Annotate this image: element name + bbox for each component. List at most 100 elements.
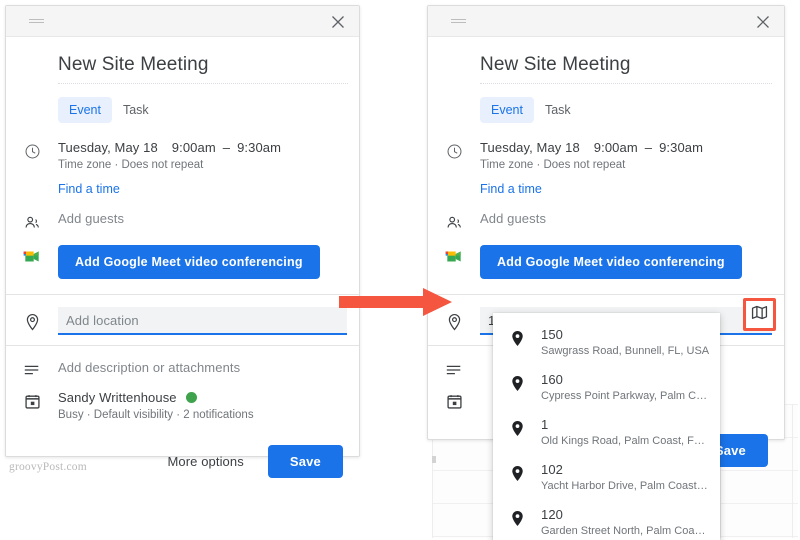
location-pin-icon — [511, 372, 541, 392]
location-input[interactable]: Add location — [58, 307, 347, 335]
screenshot-stage: New Site Meeting Event Task Tuesday, May… — [0, 0, 800, 540]
list-item[interactable]: 1 Old Kings Road, Palm Coast, FL, USA — [493, 409, 720, 454]
add-guests-input[interactable]: Add guests — [58, 211, 124, 226]
dialog-footer: More options Save — [6, 421, 359, 492]
list-item[interactable]: 150 Sawgrass Road, Bunnell, FL, USA — [493, 319, 720, 364]
calendar-owner-row: Sandy Writtenhouse Busy · Default visibi… — [6, 377, 359, 421]
description-icon — [428, 360, 480, 377]
dialog-titlebar — [6, 6, 359, 37]
time-range-dash: – — [222, 140, 231, 155]
tab-event[interactable]: Event — [480, 97, 534, 123]
suggestion-text: 150 Sawgrass Road, Bunnell, FL, USA — [541, 327, 710, 357]
suggestion-address: Cypress Point Parkway, Palm Coast, … — [541, 390, 710, 402]
calendar-icon — [6, 390, 58, 410]
suggestion-number: 160 — [541, 372, 563, 387]
add-google-meet-button[interactable]: Add Google Meet video conferencing — [480, 245, 742, 279]
owner-name-row[interactable]: Sandy Writtenhouse — [58, 390, 254, 405]
when-line[interactable]: Tuesday, May 18 9:00am –9:30am — [480, 140, 703, 155]
suggestion-number: 1 — [541, 417, 549, 432]
location-pin-icon — [6, 310, 58, 332]
right-arrow-annotation — [339, 287, 453, 317]
event-end-time[interactable]: 9:30am — [237, 140, 281, 155]
google-meet-icon — [428, 245, 480, 265]
suggestion-address: Garden Street North, Palm Coast, FL… — [541, 525, 710, 537]
find-a-time-link[interactable]: Find a time — [6, 171, 120, 196]
busy-green-dot — [185, 392, 197, 403]
calendar-icon — [428, 390, 480, 410]
suggestion-text: 160 Cypress Point Parkway, Palm Coast, … — [541, 372, 710, 402]
suggestion-text: 120 Garden Street North, Palm Coast, FL… — [541, 507, 710, 537]
suggestion-address: Yacht Harbor Drive, Palm Coast, FL, … — [541, 480, 710, 492]
suggestion-number: 150 — [541, 327, 563, 342]
event-date[interactable]: Tuesday, May 18 — [58, 140, 158, 155]
when-row: Tuesday, May 18 9:00am –9:30am Time zone ·… — [6, 123, 359, 171]
event-title-input[interactable]: New Site Meeting — [58, 54, 348, 84]
dialog-titlebar — [428, 6, 784, 37]
event-date[interactable]: Tuesday, May 18 — [480, 140, 580, 155]
owner-text-block: Sandy Writtenhouse Busy · Default visibi… — [58, 390, 254, 421]
description-icon — [6, 360, 58, 377]
close-icon[interactable] — [329, 13, 347, 31]
suggestion-text: 102 Yacht Harbor Drive, Palm Coast, FL, … — [541, 462, 710, 492]
owner-status-text[interactable]: Busy · Default visibility · 2 notificati… — [58, 409, 254, 421]
event-end-time[interactable]: 9:30am — [659, 140, 703, 155]
meet-row: Add Google Meet video conferencing — [6, 232, 359, 294]
drag-handle-icon[interactable] — [451, 19, 466, 24]
when-row: Tuesday, May 18 9:00am –9:30am Time zone ·… — [428, 123, 784, 171]
event-title-row: New Site Meeting — [428, 37, 784, 84]
when-text-block: Tuesday, May 18 9:00am –9:30am Time zone ·… — [58, 140, 281, 171]
guests-row: Add guests — [6, 198, 359, 232]
suggestion-number: 120 — [541, 507, 563, 522]
timezone-repeat-text[interactable]: Time zone · Does not repeat — [58, 159, 281, 171]
location-pin-icon — [511, 507, 541, 527]
suggestion-address: Sawgrass Road, Bunnell, FL, USA — [541, 345, 710, 357]
clock-icon — [428, 140, 480, 160]
type-tabs: Event Task — [428, 84, 784, 123]
guests-row: Add guests — [428, 198, 784, 232]
when-text-block: Tuesday, May 18 9:00am –9:30am Time zone ·… — [480, 140, 703, 171]
list-item[interactable]: 160 Cypress Point Parkway, Palm Coast, … — [493, 364, 720, 409]
location-pin-icon — [511, 327, 541, 347]
add-google-meet-button[interactable]: Add Google Meet video conferencing — [58, 245, 320, 279]
event-dialog-before: New Site Meeting Event Task Tuesday, May… — [5, 5, 360, 478]
list-item[interactable]: 120 Garden Street North, Palm Coast, FL… — [493, 499, 720, 540]
tab-task[interactable]: Task — [534, 97, 582, 123]
google-meet-icon — [6, 245, 58, 265]
people-icon — [428, 211, 480, 232]
description-row: Add description or attachments — [6, 346, 359, 377]
suggestion-text: 1 Old Kings Road, Palm Coast, FL, USA — [541, 417, 710, 447]
find-a-time-link[interactable]: Find a time — [428, 171, 542, 196]
list-item[interactable]: 102 Yacht Harbor Drive, Palm Coast, FL, … — [493, 454, 720, 499]
owner-name: Sandy Writtenhouse — [58, 390, 177, 405]
save-button[interactable]: Save — [267, 445, 343, 478]
tab-task[interactable]: Task — [112, 97, 160, 123]
add-description-input[interactable]: Add description or attachments — [58, 360, 240, 375]
type-tabs: Event Task — [6, 84, 359, 123]
meet-row: Add Google Meet video conferencing — [428, 232, 784, 294]
suggestion-number: 102 — [541, 462, 563, 477]
time-range-dash: – — [644, 140, 653, 155]
map-icon[interactable] — [751, 305, 768, 325]
location-pin-icon — [511, 462, 541, 482]
more-options-button[interactable]: More options — [157, 446, 253, 477]
people-icon — [6, 211, 58, 232]
add-guests-input[interactable]: Add guests — [480, 211, 546, 226]
when-line[interactable]: Tuesday, May 18 9:00am –9:30am — [58, 140, 281, 155]
event-start-time[interactable]: 9:00am — [172, 140, 216, 155]
event-title-input[interactable]: New Site Meeting — [480, 54, 772, 84]
tab-event[interactable]: Event — [58, 97, 112, 123]
event-start-time[interactable]: 9:00am — [594, 140, 638, 155]
location-suggestions-dropdown: 150 Sawgrass Road, Bunnell, FL, USA 160 … — [493, 313, 720, 540]
dialog-body: New Site Meeting Event Task Tuesday, May… — [6, 37, 359, 492]
map-icon-highlight-box[interactable] — [743, 298, 776, 331]
location-row: Add location — [6, 295, 359, 345]
location-placeholder: Add location — [66, 312, 139, 328]
drag-handle-icon[interactable] — [29, 19, 44, 24]
timezone-repeat-text[interactable]: Time zone · Does not repeat — [480, 159, 703, 171]
close-icon[interactable] — [754, 13, 772, 31]
suggestion-address: Old Kings Road, Palm Coast, FL, USA — [541, 435, 710, 447]
location-pin-icon — [511, 417, 541, 437]
event-title-row: New Site Meeting — [6, 37, 359, 84]
clock-icon — [6, 140, 58, 160]
watermark: groovyPost.com — [9, 461, 87, 473]
